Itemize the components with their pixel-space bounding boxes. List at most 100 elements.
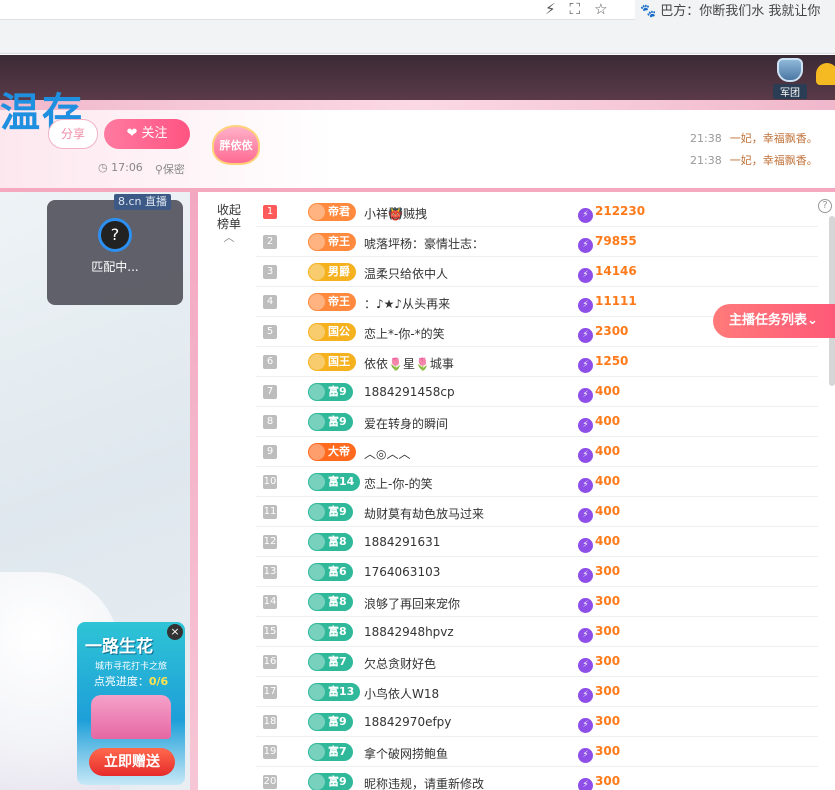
level-badge: 富9 — [308, 503, 353, 521]
badge-label: 大帝 — [328, 445, 350, 458]
user-name[interactable]: 1884291631 — [364, 535, 440, 549]
badge-icon — [309, 684, 325, 700]
follow-label: 关注 — [141, 126, 168, 141]
leaderboard-row[interactable]: 16 富7 欠总贪财好色 ⚡ 300 — [256, 647, 818, 677]
contribution-score: ⚡ 400 — [578, 384, 620, 403]
user-name[interactable]: 恋上-你-的笑 — [364, 475, 433, 492]
user-name[interactable]: 18842970efpy — [364, 715, 451, 729]
badge-label: 富8 — [328, 595, 347, 608]
user-name[interactable]: 1884291458cp — [364, 385, 455, 399]
lightning-icon: ⚡ — [578, 388, 593, 403]
leaderboard-row[interactable]: 14 富8 浪够了再回来宠你 ⚡ 300 — [256, 587, 818, 617]
level-badge: 富9 — [308, 773, 353, 790]
rank-number: 9 — [263, 445, 277, 459]
badge-icon — [309, 714, 325, 730]
leaderboard-row[interactable]: 3 男爵 温柔只给依中人 ⚡ 14146 — [256, 257, 818, 287]
rank-number: 16 — [263, 655, 277, 669]
extension-notice[interactable]: 🐾 巴方：你断我们水 我就让你 — [640, 0, 820, 19]
leaderboard-row[interactable]: 9 大帝 ︿◎︿︿ ⚡ 400 — [256, 437, 818, 467]
user-name[interactable]: 恋上*-你-*的笑 — [364, 325, 445, 342]
level-badge: 富8 — [308, 623, 353, 641]
leaderboard-row[interactable]: 7 富9 1884291458cp ⚡ 400 — [256, 377, 818, 407]
badge-icon — [309, 594, 325, 610]
badge-icon — [309, 264, 325, 280]
fan-club-badge[interactable]: 胖依依 — [212, 125, 266, 169]
task-button-label: 主播任务列表 — [729, 313, 808, 328]
lightning-icon: ⚡ — [578, 268, 593, 283]
leaderboard-row[interactable]: 15 富8 18842948hpvz ⚡ 300 — [256, 617, 818, 647]
question-icon: ? — [98, 218, 132, 252]
collapse-board-button[interactable]: 收起榜单 ︿ — [214, 203, 244, 245]
juntuan-button[interactable]: 军团 — [773, 58, 807, 99]
user-name[interactable]: ︿◎︿︿ — [364, 445, 410, 462]
user-name[interactable]: ：♪★♪从头再来 — [364, 295, 450, 312]
leaderboard-row[interactable]: 18 富9 18842970efpy ⚡ 300 — [256, 707, 818, 737]
user-name[interactable]: 爱在转身的瞬间 — [364, 415, 448, 432]
leaderboard-row[interactable]: 19 富7 拿个破网捞鲍鱼 ⚡ 300 — [256, 737, 818, 767]
user-name[interactable]: 劫财莫有劫色放马过来 — [364, 505, 484, 522]
badge-label: 富9 — [328, 715, 347, 728]
leaderboard-row[interactable]: 11 富9 劫财莫有劫色放马过来 ⚡ 400 — [256, 497, 818, 527]
user-name[interactable]: 18842948hpvz — [364, 625, 454, 639]
badge-icon — [309, 384, 325, 400]
leaderboard-row[interactable]: 12 富8 1884291631 ⚡ 400 — [256, 527, 818, 557]
scrollbar[interactable] — [829, 216, 835, 386]
badge-icon — [309, 324, 325, 340]
level-badge: 富7 — [308, 653, 353, 671]
score-value: 79855 — [595, 234, 637, 248]
lightning-icon: ⚡ — [578, 298, 593, 313]
leaderboard-row[interactable]: 1 帝君 小祥👹贼拽 ⚡ 212230 — [256, 197, 818, 227]
lightning-icon: ⚡ — [578, 538, 593, 553]
level-badge: 男爵 — [308, 263, 356, 281]
leaderboard-row[interactable]: 13 富6 1764063103 ⚡ 300 — [256, 557, 818, 587]
anchor-task-list-button[interactable]: 主播任务列表⌄ — [713, 304, 835, 338]
user-name[interactable]: 欠总贪财好色 — [364, 655, 436, 672]
contribution-score: ⚡ 300 — [578, 684, 620, 703]
leaderboard-row[interactable]: 17 富13 小鸟依人W18 ⚡ 300 — [256, 677, 818, 707]
leaderboard-row[interactable]: 2 帝王 唬落坪杨：豪情壮志： ⚡ 79855 — [256, 227, 818, 257]
contribution-score: ⚡ 400 — [578, 444, 620, 463]
leaderboard-row[interactable]: 8 富9 爱在转身的瞬间 ⚡ 400 — [256, 407, 818, 437]
promo-progress-value: 0/6 — [148, 675, 169, 688]
star-icon[interactable]: ☆ — [594, 0, 607, 18]
user-name[interactable]: 1764063103 — [364, 565, 440, 579]
follow-button[interactable]: ❤ 关注 — [104, 119, 190, 149]
help-icon[interactable]: ? — [818, 199, 832, 213]
share-button[interactable]: 分享 — [48, 119, 98, 149]
live-tag: 8.cn 直播 — [114, 194, 172, 210]
address-bar[interactable] — [0, 0, 635, 20]
user-name[interactable]: 拿个破网捞鲍鱼 — [364, 745, 448, 762]
screenshot-icon[interactable]: ⛶ — [570, 0, 581, 18]
contribution-score: ⚡ 1250 — [578, 354, 628, 373]
leaderboard-row[interactable]: 10 富14 恋上-你-的笑 ⚡ 400 — [256, 467, 818, 497]
rank-number: 10 — [263, 475, 277, 489]
promo-card[interactable]: × 一路生花 城市寻花打卡之旅 点亮进度：0/6 立即赠送 — [77, 622, 185, 785]
match-card[interactable]: ? 匹配中... — [47, 200, 183, 305]
leaderboard-row[interactable]: 6 国王 依依🌷星🌷城事 ⚡ 1250 — [256, 347, 818, 377]
leaderboard-row[interactable]: 20 富9 昵称违规，请重新修改 ⚡ 300 — [256, 767, 818, 790]
level-badge: 富9 — [308, 383, 353, 401]
rank-number: 12 — [263, 535, 277, 549]
user-name[interactable]: 浪够了再回来宠你 — [364, 595, 460, 612]
user-name[interactable]: 昵称违规，请重新修改 — [364, 775, 484, 790]
user-name[interactable]: 小鸟依人W18 — [364, 685, 439, 702]
give-now-button[interactable]: 立即赠送 — [89, 748, 175, 776]
close-icon[interactable]: × — [167, 624, 183, 640]
badge-label: 帝王 — [328, 295, 350, 308]
badge-icon — [309, 504, 325, 520]
lightning-icon[interactable]: ⚡ — [545, 0, 556, 18]
score-value: 11111 — [595, 294, 637, 308]
user-name[interactable]: 小祥👹贼拽 — [364, 205, 427, 222]
contribution-score: ⚡ 300 — [578, 594, 620, 613]
lightning-icon: ⚡ — [578, 748, 593, 763]
clock-info: ◷ 17:06 — [98, 161, 143, 177]
score-value: 400 — [595, 534, 621, 548]
paw-icon: 🐾 — [640, 4, 657, 19]
crown-icon[interactable] — [816, 63, 835, 85]
user-name[interactable]: 依依🌷星🌷城事 — [364, 355, 454, 372]
user-name[interactable]: 唬落坪杨：豪情壮志： — [364, 235, 484, 252]
lightning-icon: ⚡ — [578, 658, 593, 673]
contribution-score: ⚡ 300 — [578, 774, 620, 790]
chat-line: 21:38 一妃，幸福飘香。 — [690, 128, 818, 150]
user-name[interactable]: 温柔只给依中人 — [364, 265, 448, 282]
